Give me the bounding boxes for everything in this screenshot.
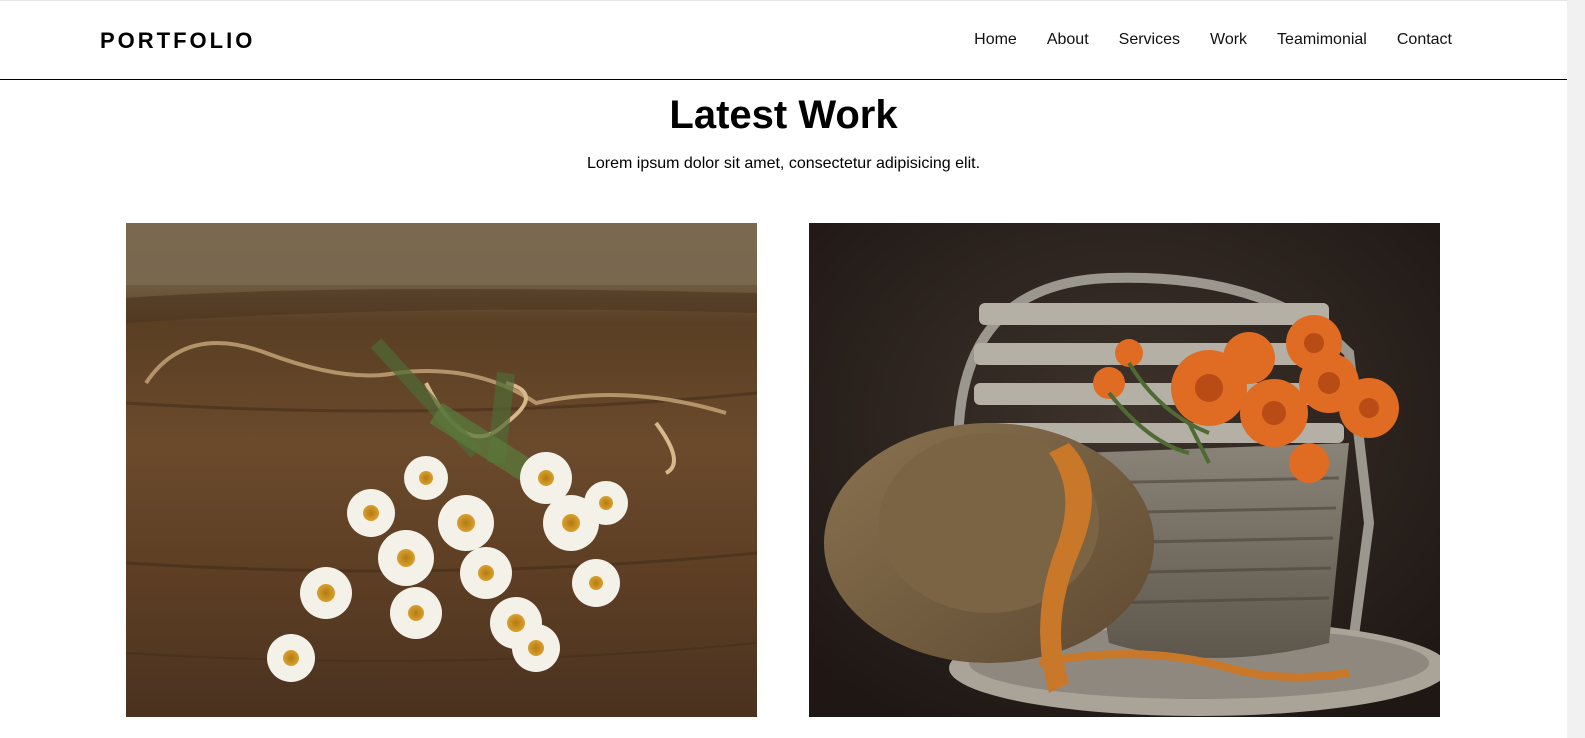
page: PORTFOLIO Home About Services Work Teami… — [0, 0, 1567, 738]
daisy-bouquet-image — [126, 223, 757, 717]
work-item-flower-basket[interactable] — [809, 223, 1440, 717]
site-logo[interactable]: PORTFOLIO — [100, 28, 255, 54]
nav-link-contact[interactable]: Contact — [1397, 30, 1452, 50]
work-item-daisy-bouquet[interactable] — [126, 223, 757, 717]
vertical-scrollbar[interactable] — [1567, 0, 1585, 738]
nav-menu: Home About Services Work Teamimonial Con… — [944, 30, 1452, 50]
nav-link-about[interactable]: About — [1047, 30, 1089, 50]
nav-link-services[interactable]: Services — [1119, 30, 1180, 50]
section-subtitle: Lorem ipsum dolor sit amet, consectetur … — [586, 155, 981, 172]
nav-link-home[interactable]: Home — [974, 30, 1017, 50]
flower-basket-image — [809, 223, 1440, 717]
section-title: Latest Work — [669, 93, 898, 137]
nav-link-work[interactable]: Work — [1210, 30, 1247, 50]
nav-link-testimonial[interactable]: Teamimonial — [1277, 30, 1367, 50]
navbar: PORTFOLIO Home About Services Work Teami… — [0, 0, 1567, 80]
